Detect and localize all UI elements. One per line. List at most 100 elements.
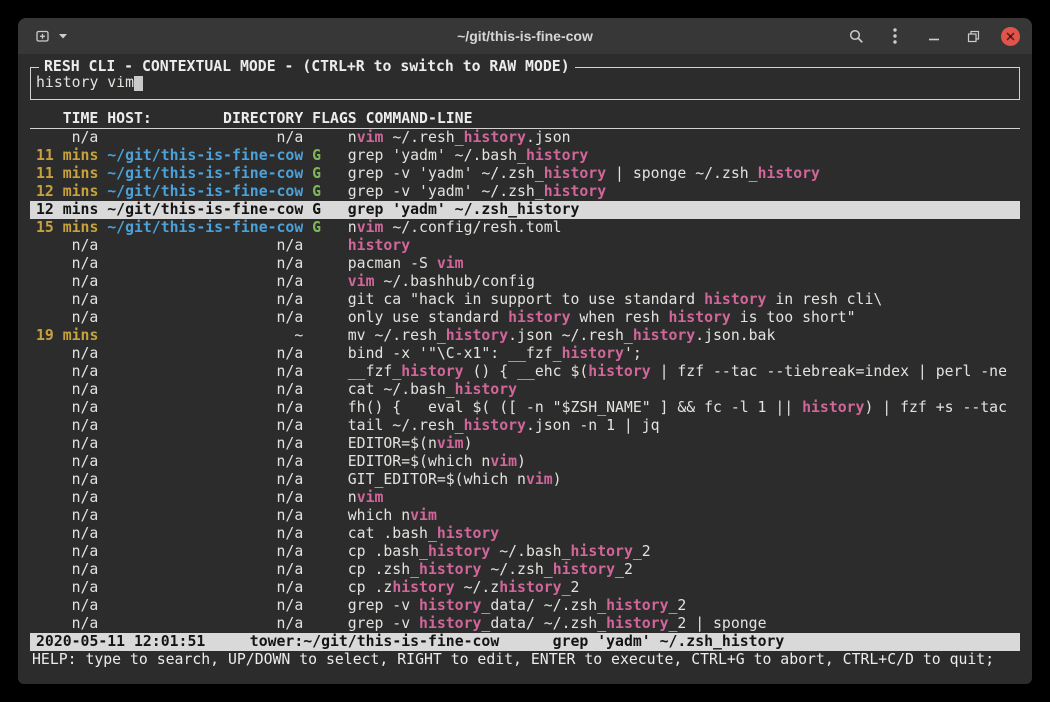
history-row[interactable]: 19 mins~mv ~/.resh_history.json ~/.resh_… (30, 327, 1020, 345)
history-row[interactable]: n/an/acat .bash_history (30, 525, 1020, 543)
row-command: cp .zsh_history ~/.zsh_history_2 (348, 561, 633, 579)
menu-button[interactable] (884, 25, 906, 47)
history-row[interactable]: n/an/acp .bash_history ~/.bash_history_2 (30, 543, 1020, 561)
row-directory: n/a (107, 435, 303, 453)
command-text: ) (517, 453, 526, 470)
status-bar: 2020-05-11 12:01:51 tower:~/git/this-is-… (30, 633, 1020, 651)
row-flags (312, 615, 339, 633)
command-text: .json (526, 129, 571, 146)
minimize-button[interactable] (923, 25, 945, 47)
row-command: cp .zhistory ~/.zhistory_2 (348, 579, 580, 597)
command-text: ) (464, 435, 473, 452)
history-row[interactable]: 11 mins~/git/this-is-fine-cowGgrep 'yadm… (30, 147, 1020, 165)
status-location: tower:~/git/this-is-fine-cow (250, 633, 499, 651)
history-row[interactable]: 15 mins~/git/this-is-fine-cowGnvim ~/.co… (30, 219, 1020, 237)
row-directory: n/a (107, 525, 303, 543)
history-row[interactable]: n/an/apacman -S vim (30, 255, 1020, 273)
history-row[interactable]: n/an/awhich nvim (30, 507, 1020, 525)
command-text: n (348, 129, 357, 146)
row-command: cat ~/.bash_history (348, 381, 517, 399)
command-match-text: history (419, 561, 481, 578)
row-directory: n/a (107, 543, 303, 561)
command-text: cp .zsh_ (348, 561, 419, 578)
command-text: .json ~/.resh_ (508, 327, 633, 344)
search-input[interactable]: history vim (36, 74, 134, 92)
history-row[interactable]: n/an/anvim ~/.resh_history.json (30, 129, 1020, 147)
command-text: ~/.bash_ (490, 543, 570, 560)
history-row[interactable]: n/an/abind -x '"\C-x1": __fzf_history'; (30, 345, 1020, 363)
history-row[interactable]: n/an/anvim (30, 489, 1020, 507)
history-row[interactable]: n/an/ahistory (30, 237, 1020, 255)
history-row[interactable]: n/an/agrep -v history_data/ ~/.zsh_histo… (30, 615, 1020, 633)
command-text: | sponge ~/.zsh_ (606, 165, 757, 182)
history-row[interactable]: n/an/acat ~/.bash_history (30, 381, 1020, 399)
row-time: n/a (36, 561, 98, 579)
row-command: __fzf_history () { __ehc $(history | fzf… (348, 363, 1007, 381)
history-row[interactable]: n/an/acp .zhistory ~/.zhistory_2 (30, 579, 1020, 597)
command-text: grep -v 'yadm' ~/.zsh_ (348, 183, 544, 200)
new-tab-button[interactable] (30, 25, 56, 47)
command-match-text: history (562, 345, 624, 362)
row-flags: G (312, 183, 339, 201)
close-button[interactable] (1001, 27, 1020, 46)
history-row-selected[interactable]: 12 mins~/git/this-is-fine-cowGgrep 'yadm… (30, 201, 1020, 219)
command-text: _2 (633, 543, 651, 560)
command-text: grep 'yadm' ~/.zsh_ (348, 201, 517, 218)
row-directory: ~ (107, 327, 303, 345)
titlebar[interactable]: ~/git/this-is-fine-cow (18, 18, 1032, 54)
history-row[interactable]: n/an/a__fzf_history () { __ehc $(history… (30, 363, 1020, 381)
command-text: ~/.resh_ (383, 129, 463, 146)
command-text: fh() { eval $( ([ -n "$ZSH_NAME" ] && fc… (348, 399, 802, 416)
row-directory: ~/git/this-is-fine-cow (107, 219, 303, 237)
row-time: n/a (36, 273, 98, 291)
command-match-text: history (464, 417, 526, 434)
row-time: n/a (36, 489, 98, 507)
row-time: n/a (36, 255, 98, 273)
row-flags (312, 237, 339, 255)
history-row[interactable]: n/an/agrep -v history_data/ ~/.zsh_histo… (30, 597, 1020, 615)
row-flags (312, 381, 339, 399)
history-row[interactable]: n/an/afh() { eval $( ([ -n "$ZSH_NAME" ]… (30, 399, 1020, 417)
row-flags: G (312, 165, 339, 183)
history-row[interactable]: n/an/agit ca "hack in support to use sta… (30, 291, 1020, 309)
command-match-text: history (517, 201, 579, 218)
history-row[interactable]: 12 mins~/git/this-is-fine-cowGgrep -v 'y… (30, 183, 1020, 201)
row-flags (312, 489, 339, 507)
history-row[interactable]: n/an/aonly use standard history when res… (30, 309, 1020, 327)
command-match-text: history (446, 327, 508, 344)
row-command: fh() { eval $( ([ -n "$ZSH_NAME" ] && fc… (348, 399, 1007, 417)
row-directory: ~/git/this-is-fine-cow (107, 165, 303, 183)
table-header: TIME HOST:DIRECTORY FLAGS COMMAND-LINE (30, 110, 1020, 129)
search-button[interactable] (845, 25, 867, 47)
history-row[interactable]: n/a n/a cp .zsh_history ~/.zsh_history_2 (30, 561, 1020, 579)
row-command: grep 'yadm' ~/.bash_history (348, 147, 589, 165)
command-match-text: history (428, 543, 490, 560)
command-text: .json -n 1 | jq (526, 417, 660, 434)
row-time: n/a (36, 237, 98, 255)
command-match-text: history (606, 615, 668, 632)
restore-button[interactable] (962, 25, 984, 47)
command-text: n (348, 219, 357, 236)
row-flags (312, 453, 339, 471)
command-text: grep -v 'yadm' ~/.zsh_ (348, 165, 544, 182)
command-text: ) | fzf +s --tac (864, 399, 1007, 416)
search-box[interactable]: RESH CLI - CONTEXTUAL MODE - (CTRL+R to … (30, 67, 1020, 100)
row-directory: ~/git/this-is-fine-cow (107, 183, 303, 201)
row-time: n/a (36, 417, 98, 435)
history-row[interactable]: n/an/avim ~/.bashhub/config (30, 273, 1020, 291)
command-text: .json.bak (695, 327, 775, 344)
row-directory: n/a (107, 291, 303, 309)
history-row[interactable]: 11 mins~/git/this-is-fine-cowGgrep -v 'y… (30, 165, 1020, 183)
history-row[interactable]: n/an/aGIT_EDITOR=$(which nvim) (30, 471, 1020, 489)
dropdown-caret-icon[interactable] (59, 33, 67, 39)
row-time: n/a (36, 381, 98, 399)
command-text: n (348, 489, 357, 506)
command-text: ) (553, 471, 562, 488)
row-command: cat .bash_history (348, 525, 499, 543)
history-row[interactable]: n/an/aEDITOR=$(which nvim) (30, 453, 1020, 471)
command-match-text: history (544, 165, 606, 182)
history-row[interactable]: n/an/aEDITOR=$(nvim) (30, 435, 1020, 453)
history-row[interactable]: n/an/atail ~/.resh_history.json -n 1 | j… (30, 417, 1020, 435)
row-flags (312, 291, 339, 309)
row-directory: n/a (107, 561, 303, 579)
